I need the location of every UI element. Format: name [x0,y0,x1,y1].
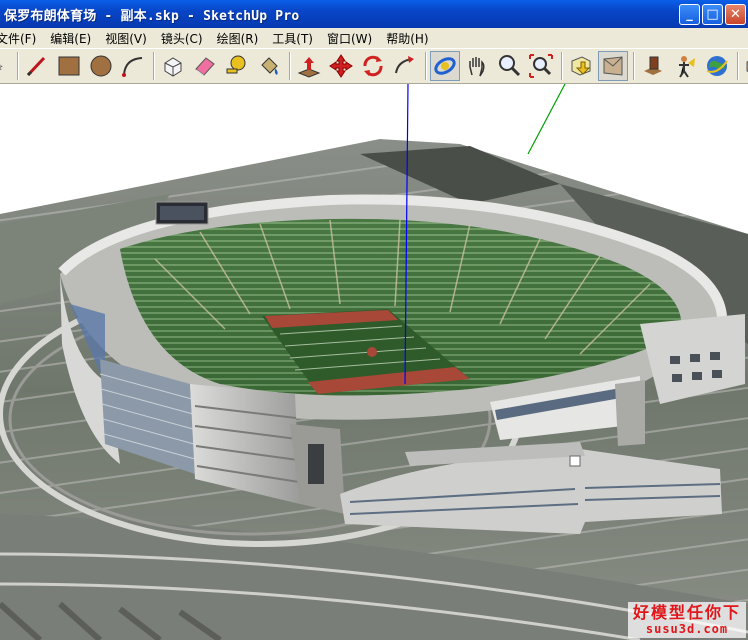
circle-tool-button[interactable] [86,51,116,81]
zoom-icon [499,55,521,77]
follow-me-button[interactable] [390,51,420,81]
previous-view-icon [571,56,591,76]
title-bar: 保罗布朗体育场 - 副本.skp - SketchUp Pro _ □ ✕ [0,0,748,28]
rectangle-icon [58,56,80,76]
paint-bucket-button[interactable] [254,51,284,81]
make-component-button[interactable] [158,51,188,81]
orbit-tool-button[interactable] [430,51,460,81]
add-location-button[interactable] [638,51,668,81]
add-location-icon [644,56,662,75]
move-tool-button[interactable] [326,51,356,81]
rotate-icon [363,55,383,77]
menu-file[interactable]: 文件(F) [0,30,44,47]
watermark-url: susu3d.com [645,622,729,636]
tape-measure-button[interactable] [222,51,252,81]
zoom-extents-button[interactable] [526,51,556,81]
follow-me-icon [395,56,414,74]
position-camera-icon [679,56,695,78]
orbit-icon [434,57,456,75]
pan-tool-button[interactable] [462,51,492,81]
main-toolbar [0,48,748,84]
next-view-icon [603,56,623,76]
circle-icon [90,55,112,77]
stadium-model-render [0,84,748,640]
close-button[interactable]: ✕ [725,4,746,25]
rotate-tool-button[interactable] [358,51,388,81]
get-models-button[interactable] [742,51,748,81]
watermark-slogan: 好模型任你下 [632,603,741,622]
toolbar-separator [17,52,19,80]
tape-measure-icon [226,55,246,74]
green-axis [527,84,566,155]
menu-help[interactable]: 帮助(H) [380,30,436,47]
menu-tools[interactable]: 工具(T) [266,30,321,47]
select-icon [0,64,3,71]
pencil-tool-button[interactable] [22,51,52,81]
menu-bar: 文件(F) 编辑(E) 视图(V) 镜头(C) 绘图(R) 工具(T) 窗口(W… [0,28,748,48]
toolbar-separator [289,52,291,80]
minimize-button[interactable]: _ [679,4,700,25]
menu-window[interactable]: 窗口(W) [321,30,380,47]
push-pull-icon [297,57,321,78]
menu-camera[interactable]: 镜头(C) [155,30,211,47]
zoom-tool-button[interactable] [494,51,524,81]
push-pull-button[interactable] [294,51,324,81]
menu-edit[interactable]: 编辑(E) [44,30,99,47]
menu-view[interactable]: 视图(V) [99,30,155,47]
get-models-icon [746,60,748,73]
google-earth-icon [706,56,728,76]
window-controls: _ □ ✕ [679,4,746,25]
toolbar-separator [153,52,155,80]
next-view-button[interactable] [598,51,628,81]
eraser-tool-button[interactable] [190,51,220,81]
previous-view-button[interactable] [566,51,596,81]
maximize-button[interactable]: □ [702,4,723,25]
arc-icon [122,57,143,77]
toolbar-separator [737,52,739,80]
toolbar-separator [633,52,635,80]
toolbar-separator [561,52,563,80]
pan-icon [469,57,485,77]
window-title: 保罗布朗体育场 - 副本.skp - SketchUp Pro [4,8,300,24]
pencil-icon [26,56,46,77]
select-tool-button[interactable] [0,51,10,81]
menu-draw[interactable]: 绘图(R) [211,30,267,47]
watermark: 好模型任你下 susu3d.com [628,602,746,638]
zoom-extents-icon [529,54,553,78]
position-camera-button[interactable] [670,51,700,81]
arc-tool-button[interactable] [118,51,148,81]
rectangle-tool-button[interactable] [54,51,84,81]
paint-bucket-icon [261,57,278,75]
toolbar-separator [425,52,427,80]
model-viewport[interactable]: 好模型任你下 susu3d.com [0,84,748,640]
move-icon [329,54,353,78]
google-earth-button[interactable] [702,51,732,81]
make-component-icon [164,57,182,77]
eraser-icon [195,57,215,76]
